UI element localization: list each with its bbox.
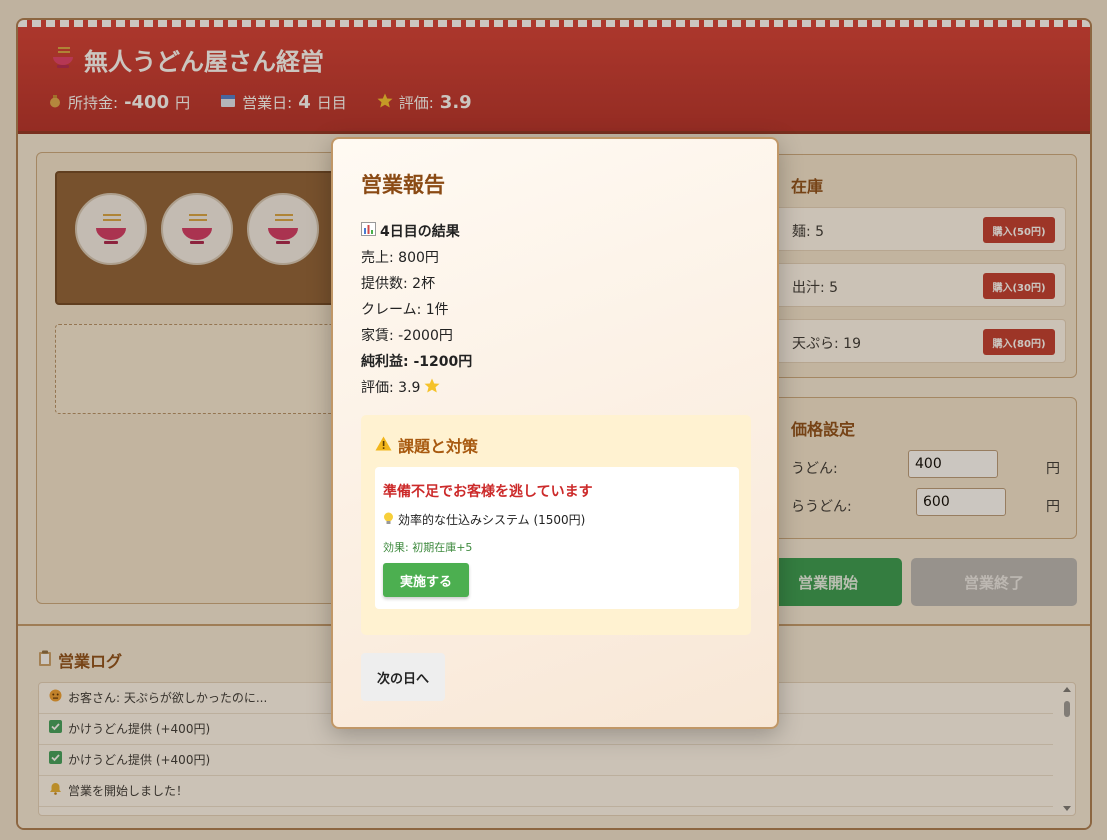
star-icon [424,378,440,397]
results-heading: 4日目の結果 [361,221,460,241]
issues-title: 課題と対策 [375,433,478,457]
issue-problem: 準備不足でお客様を逃しています [383,484,593,500]
issue-card: 準備不足でお客様を逃しています 効率的な仕込みシステム (1500円) 効果: … [375,467,739,609]
issues-section: 課題と対策 準備不足でお客様を逃しています 効率的な仕込みシステム (1500円… [361,415,751,635]
next-day-button[interactable]: 次の日へ [361,653,445,701]
daily-report-modal: 営業報告 4日目の結果 売上: 800円 提供数: 2杯 クレーム: 1件 家賃… [331,137,779,729]
apply-solution-button[interactable]: 実施する [383,563,469,597]
light-bulb-icon [383,512,394,528]
warning-icon [375,436,392,455]
issue-effect: 効果: 初期在庫+5 [383,541,473,554]
issue-solution: 効率的な仕込みシステム (1500円) [383,511,585,528]
rating-line: 評価: 3.9 [361,377,440,397]
rent-line: 家賃: -2000円 [361,328,453,344]
served-line: 提供数: 2杯 [361,276,436,292]
modal-title: 営業報告 [361,173,445,197]
sales-line: 売上: 800円 [361,250,439,266]
net-profit-line: 純利益: -1200円 [361,354,473,370]
bar-chart-icon [361,222,376,240]
complaints-line: クレーム: 1件 [361,302,449,318]
